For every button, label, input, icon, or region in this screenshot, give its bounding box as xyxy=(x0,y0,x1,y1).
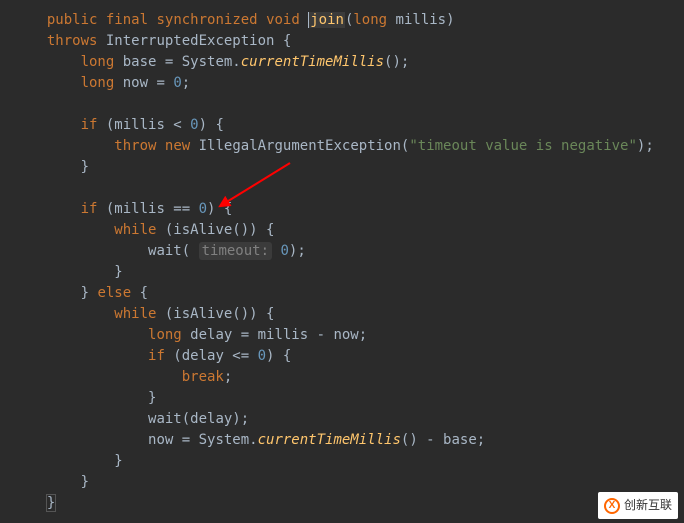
code-line: } else { xyxy=(30,283,684,304)
watermark: X 创新互联 xyxy=(598,492,678,519)
code-line: wait(delay); xyxy=(30,409,684,430)
code-line: if (delay <= 0) { xyxy=(30,346,684,367)
code-line: } xyxy=(30,157,684,178)
code-line: if (millis == 0) { xyxy=(30,199,684,220)
code-line: } xyxy=(30,451,684,472)
code-line: throw new IllegalArgumentException("time… xyxy=(30,136,684,157)
code-line: throws InterruptedException { xyxy=(30,31,684,52)
code-line: break; xyxy=(30,367,684,388)
code-line: } xyxy=(30,472,684,493)
watermark-logo-icon: X xyxy=(604,498,620,514)
code-line: while (isAlive()) { xyxy=(30,220,684,241)
code-line: wait( timeout: 0); xyxy=(30,241,684,262)
code-line: long delay = millis - now; xyxy=(30,325,684,346)
parameter-hint: timeout: xyxy=(199,242,272,260)
code-line: if (millis < 0) { xyxy=(30,115,684,136)
code-line: long now = 0; xyxy=(30,73,684,94)
code-line xyxy=(30,178,684,199)
code-line: } xyxy=(30,493,684,514)
code-line: } xyxy=(30,262,684,283)
code-line: while (isAlive()) { xyxy=(30,304,684,325)
code-line: now = System.currentTimeMillis() - base; xyxy=(30,430,684,451)
watermark-text: 创新互联 xyxy=(624,495,672,516)
code-line: public final synchronized void join(long… xyxy=(30,10,684,31)
code-line xyxy=(30,94,684,115)
code-editor[interactable]: public final synchronized void join(long… xyxy=(30,10,684,514)
code-line: } xyxy=(30,388,684,409)
code-line: long base = System.currentTimeMillis(); xyxy=(30,52,684,73)
